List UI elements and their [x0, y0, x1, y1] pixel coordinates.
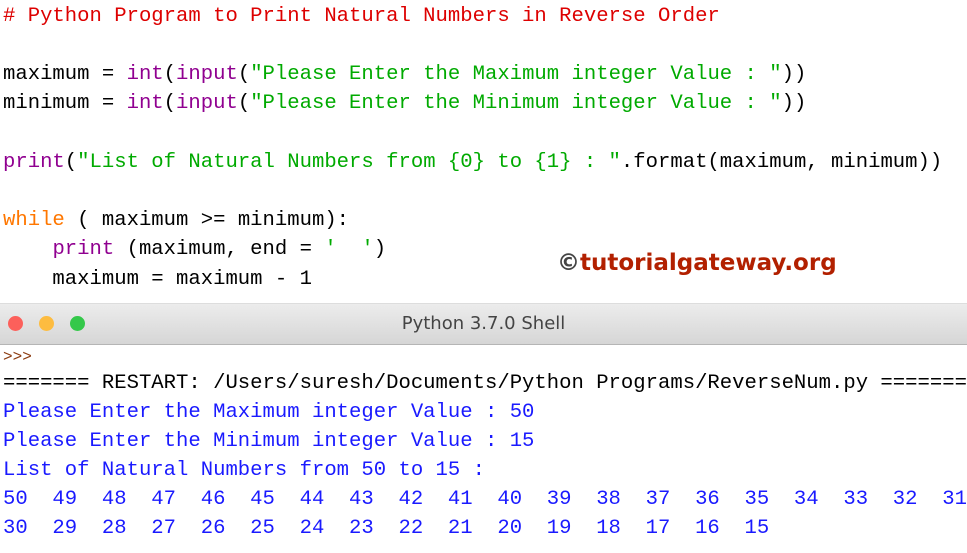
code-token: )	[373, 238, 387, 261]
code-line: # Python Program to Print Natural Number…	[3, 5, 720, 29]
code-token: (	[163, 92, 177, 115]
code-token: int	[126, 63, 164, 86]
code-token: minimum =	[3, 92, 127, 115]
code-token: ))	[781, 63, 807, 86]
window-title: Python 3.7.0 Shell	[401, 313, 566, 334]
code-token: input	[176, 92, 238, 115]
code-token: maximum = maximum - 1	[3, 268, 312, 291]
code-token: "Please Enter the Maximum integer Value …	[250, 63, 782, 86]
code-token: ))	[781, 92, 807, 115]
shell-titlebar[interactable]: Python 3.7.0 Shell	[0, 303, 967, 345]
code-line: while ( maximum >= minimum):	[3, 209, 349, 233]
code-token: ( maximum >= minimum):	[64, 209, 350, 232]
shell-line: Please Enter the Maximum integer Value :…	[3, 401, 535, 424]
shell-line: 30 29 28 27 26 25 24 23 22 21 20 19 18 1…	[3, 517, 770, 540]
code-token: "List of Natural Numbers from {0} to {1}…	[77, 151, 621, 174]
code-token: maximum =	[3, 63, 127, 86]
code-token: "Please Enter the Minimum integer Value …	[250, 92, 782, 115]
code-token: input	[176, 63, 238, 86]
watermark: ©tutorialgateway.org	[557, 250, 837, 276]
shell-line: List of Natural Numbers from 50 to 15 :	[3, 459, 485, 482]
code-token: while	[3, 209, 65, 232]
code-token: int	[126, 92, 164, 115]
code-token: print	[52, 238, 115, 261]
code-line: print("List of Natural Numbers from {0} …	[3, 151, 942, 175]
code-token: # Python Program to Print Natural Number…	[3, 5, 720, 28]
code-line: minimum = int(input("Please Enter the Mi…	[3, 92, 806, 116]
code-token: print	[3, 151, 65, 174]
shell-line: 50 49 48 47 46 45 44 43 42 41 40 39 38 3…	[3, 488, 967, 511]
code-token: ' '	[324, 238, 374, 261]
shell-line: ======= RESTART: /Users/suresh/Documents…	[3, 372, 967, 395]
code-line: print (maximum, end = ' ')	[3, 238, 386, 262]
code-token: (maximum, end =	[114, 238, 325, 261]
code-token: (	[237, 63, 251, 86]
code-line: maximum = maximum - 1	[3, 268, 312, 292]
code-token: (	[237, 92, 251, 115]
code-token: (	[64, 151, 78, 174]
shell-line: Please Enter the Minimum integer Value :…	[3, 430, 535, 453]
code-line: maximum = int(input("Please Enter the Ma…	[3, 63, 806, 87]
code-token: (	[163, 63, 177, 86]
code-token: .format(maximum, minimum))	[620, 151, 943, 174]
shell-line: >>>	[3, 348, 32, 366]
